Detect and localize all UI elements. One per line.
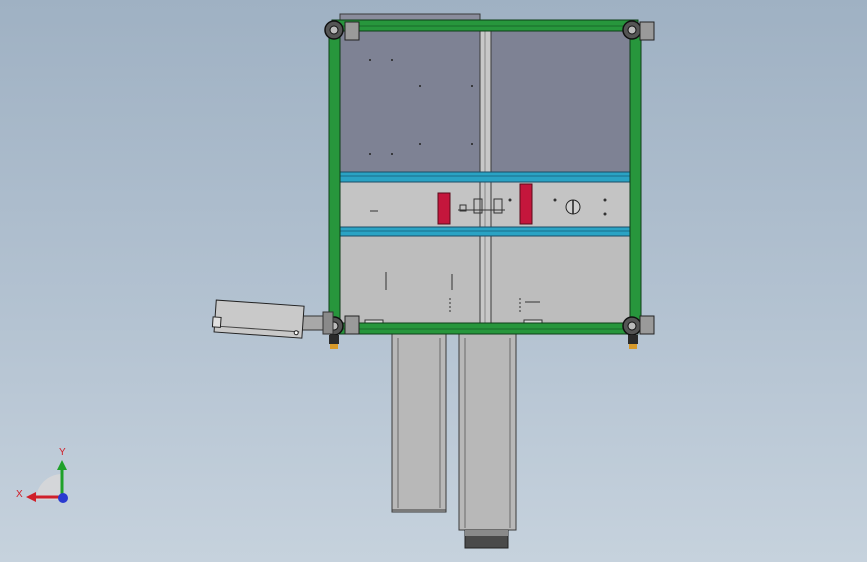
coordinate-triad: Y X <box>16 447 68 503</box>
right-red-post <box>519 183 533 225</box>
left-chute <box>391 333 447 513</box>
x-axis-label: X <box>16 489 23 500</box>
lower-blue-beam <box>339 226 631 237</box>
frame-interior <box>339 13 631 325</box>
y-axis-label: Y <box>59 447 66 458</box>
caster-wheel-bottom-right <box>622 315 655 349</box>
side-motor <box>211 299 334 339</box>
caster-wheel-top-right <box>622 20 655 41</box>
upper-blue-beam <box>339 171 631 183</box>
cad-viewport[interactable]: Y X <box>0 0 867 562</box>
right-chute <box>458 333 517 549</box>
round-knob <box>565 199 581 215</box>
left-red-post <box>437 192 451 225</box>
